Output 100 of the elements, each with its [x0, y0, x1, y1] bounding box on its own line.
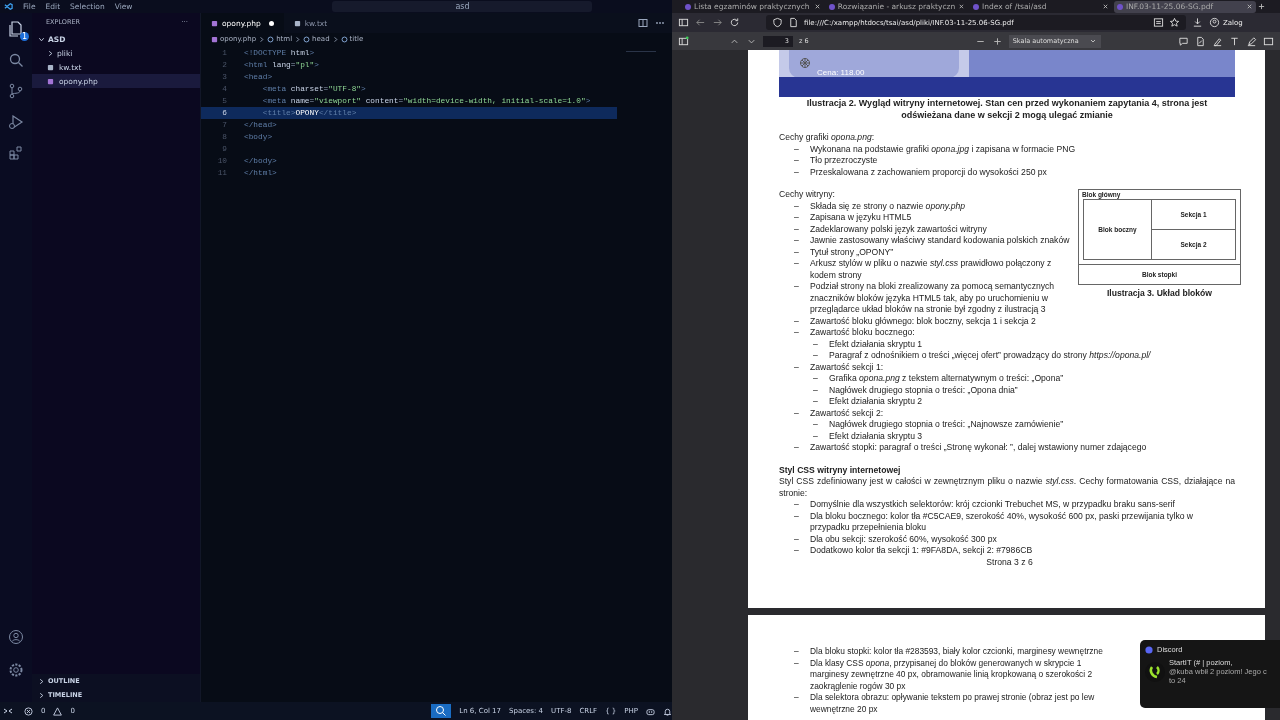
bell-icon[interactable]: [663, 706, 672, 716]
search-icon[interactable]: [8, 52, 24, 68]
sidebar-toggle-icon[interactable]: [678, 35, 689, 47]
download-icon[interactable]: [1192, 17, 1203, 28]
list-item-text: Arkusz stylów w pliku o nazwie styl.css prawidłowo połączony z kodem strony: [810, 258, 1053, 281]
sidebar-icon[interactable]: [678, 17, 689, 28]
list-item-text: Dodatkowo kolor tła sekcji 1: #9FA8DA, sekcji 2: #7986CB: [810, 545, 1034, 557]
extensions-icon[interactable]: [8, 145, 24, 161]
reload-icon[interactable]: [729, 17, 740, 28]
chevron-icon: [294, 35, 302, 43]
settings-icon[interactable]: [8, 662, 24, 678]
list-bullet: –: [813, 338, 819, 350]
list-item-text: Domyślnie dla wszystkich selektorów: krój czcionki Trebuchet MS, w przypadku braku sans-serif: [810, 499, 1176, 511]
zoom-icon[interactable]: [431, 704, 452, 718]
list-item-text: Efekt działania skryptu 1: [829, 338, 924, 350]
notification-badge: 1: [19, 32, 29, 41]
favicon-icon: [973, 3, 979, 10]
pen-icon[interactable]: [1246, 35, 1257, 47]
page-number: Strona 3 z 6: [985, 556, 1034, 568]
close-icon[interactable]: [1102, 3, 1109, 10]
favicon-icon: [685, 3, 691, 10]
list-item-text: Paragraf z odnośnikiem o treści „więcej ofert” prowadzący do strony https://opona.pl/: [829, 350, 1152, 362]
figure-caption: Ilustracja 3. Układ bloków: [1105, 288, 1214, 300]
list-bullet: –: [813, 350, 819, 362]
favicon-icon: [1117, 3, 1123, 10]
caret-icon: [1088, 37, 1097, 45]
list-bullet: –: [794, 361, 800, 373]
list-title: Cechy grafiki opona.png:: [779, 132, 875, 144]
list-item-text: Tło przezroczyste: [810, 155, 879, 167]
explorer-icon[interactable]: [8, 21, 24, 37]
list-item-line: Dla klasy CSS opona, przypisanej do bloków generowanych w skrypcie 1: [810, 657, 1083, 669]
list-bullet: –: [794, 223, 800, 235]
list-bullet: –: [794, 657, 800, 670]
list-bullet: –: [794, 533, 800, 545]
list-bullet: –: [794, 646, 800, 658]
section-heading: Styl CSS witryny internetowej: [779, 464, 902, 476]
close-icon[interactable]: [814, 3, 821, 10]
list-bullet: –: [794, 235, 800, 247]
back-icon[interactable]: [695, 17, 706, 28]
signature-icon[interactable]: [1195, 35, 1206, 47]
list-item-text: Dla obu sekcji: szerokość 60%, wysokość 300 px: [810, 533, 998, 545]
list-bullet: –: [794, 545, 800, 557]
list-bullet: –: [794, 258, 800, 270]
list-item-text: Zawartość bloku głównego: blok boczny, sekcja 1 i sekcja 2: [810, 315, 1037, 327]
forward-icon[interactable]: [712, 17, 723, 28]
list-bullet: –: [794, 200, 800, 212]
list-bullet: –: [813, 396, 819, 408]
figure-caption: Ilustracja 2. Wygląd witryny internetowej. Stan cen przed wykonaniem zapytania 4, strona jest odświeżana dane w sekcji 2 mogą ulegać zmianie: [805, 98, 1209, 121]
warning-icon: [53, 706, 63, 716]
split-editor-icon[interactable]: [638, 18, 648, 28]
new-tab-icon[interactable]: [1258, 3, 1265, 10]
list-item-text: Zadeklarowany polski język zawartości witryny: [810, 223, 988, 235]
zoom-in-icon[interactable]: [991, 35, 1003, 47]
star-icon[interactable]: [1169, 17, 1180, 28]
chevron-icon: [258, 35, 266, 43]
shield-icon: [772, 17, 783, 28]
list-bullet: –: [813, 373, 819, 385]
list-bullet: –: [813, 419, 819, 431]
list-bullet: –: [794, 212, 800, 224]
element-icon: [267, 35, 275, 43]
account-icon[interactable]: [8, 629, 24, 645]
paragraph: Styl CSS zdefiniowany jest w całości w zewnętrznym pliku o nazwie styl.css. Cechy formatowania CSS, działające na stronie:: [779, 476, 1235, 499]
list-item-text: Tytuł strony „OPONY”: [810, 246, 895, 258]
list-item-line: marginesy zewnętrzne 40 px, obramowanie linią kropkowaną o szerokości 2: [810, 669, 1093, 681]
list-item-text: Zawartość stopki: paragraf o treści „Stronę wykonał: ”, dalej wstawiony numer zdającego: [810, 442, 1148, 454]
command-center[interactable]: asd: [332, 1, 593, 12]
list-bullet: –: [794, 692, 800, 704]
list-bullet: –: [813, 384, 819, 396]
app-logo-icon: [4, 2, 13, 11]
list-item-text: Zawartość sekcji 2:: [810, 407, 885, 419]
list-item-line: wewnętrzne 20 px: [810, 703, 879, 715]
list-bullet: –: [794, 246, 800, 258]
close-icon[interactable]: [958, 3, 965, 10]
element-icon: [340, 35, 348, 43]
source-control-icon[interactable]: [8, 83, 24, 99]
list-bullet: –: [794, 499, 800, 511]
list-item-line: Dla selektora obrazu: opływanie tekstem po prawej stronie (obraz jest po lew: [810, 692, 1095, 704]
comment-icon[interactable]: [1178, 35, 1189, 47]
list-bullet: –: [794, 442, 800, 454]
list-bullet: –: [794, 510, 800, 523]
copilot-icon[interactable]: [646, 706, 655, 716]
app-icon: [1145, 645, 1153, 654]
error-icon: [24, 706, 33, 716]
list-bullet: –: [794, 166, 800, 178]
list-item-text: Grafika opona.png z tekstem alternatywnym o treści: „Opona”: [829, 373, 1065, 385]
list-item-text: Efekt działania skryptu 3: [829, 430, 924, 442]
highlight-icon[interactable]: [1212, 35, 1223, 47]
list-item-line: zaokrąglenie rogów 30 px: [810, 680, 907, 692]
list-title: Cechy witryny:: [779, 189, 835, 201]
run-debug-icon[interactable]: [8, 114, 24, 130]
image-icon[interactable]: [1263, 35, 1274, 47]
close-icon[interactable]: [1246, 3, 1253, 10]
list-item-text: Nagłówek drugiego stopnia o treści: „Najnowsze zamówienie”: [829, 419, 1065, 431]
file-icon: [293, 19, 301, 27]
list-item-text: Zawartość bloku bocznego:: [810, 327, 916, 339]
list-bullet: –: [794, 281, 800, 293]
reader-view-icon[interactable]: [1153, 17, 1164, 28]
list-item-text: Wykonana na podstawie grafiki opona.jpg i zapisana w formacie PNG: [810, 143, 1077, 155]
text-icon[interactable]: [1229, 35, 1240, 47]
element-icon: [303, 35, 311, 43]
